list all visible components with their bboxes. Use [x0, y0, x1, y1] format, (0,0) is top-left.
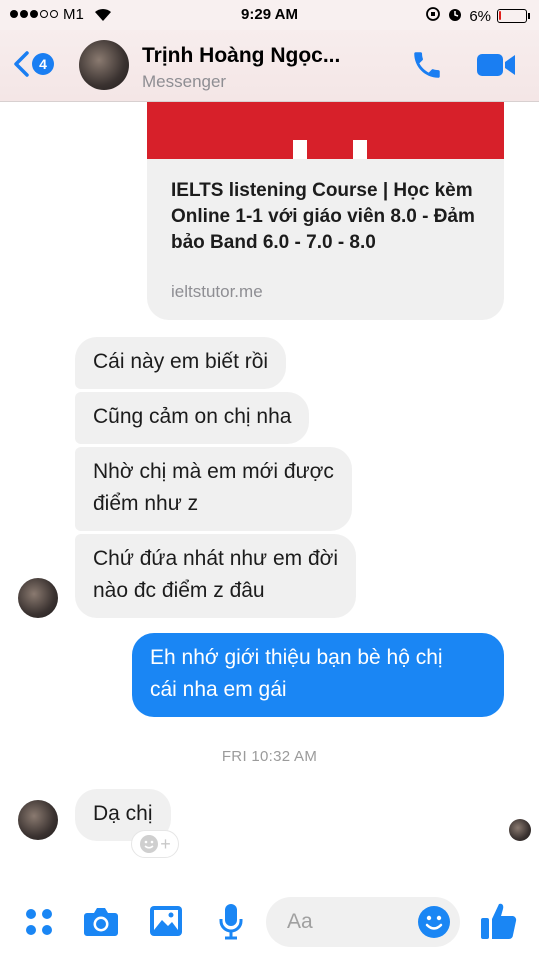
unread-badge: 4 [32, 53, 54, 75]
link-preview-domain: ieltstutor.me [171, 282, 263, 301]
contact-name[interactable]: Trịnh Hoàng Ngọc... [142, 44, 340, 68]
orientation-lock-icon [425, 6, 441, 26]
link-preview-title: IELTS listening Course | Học kèm Online … [171, 180, 475, 253]
message-line: Nhờ chị mà em mới được [93, 460, 334, 483]
more-icon[interactable] [24, 907, 54, 942]
video-call-icon[interactable] [475, 50, 517, 85]
battery-percent: 6% [469, 7, 491, 25]
phone-icon[interactable] [410, 48, 444, 87]
message-input-placeholder: Aa [287, 910, 313, 933]
contact-avatar-small[interactable] [18, 578, 58, 618]
message-line: nào đc điểm z đâu [93, 579, 265, 602]
link-preview-image [147, 102, 504, 159]
plus-icon: + [160, 833, 171, 854]
contact-subtitle: Messenger [142, 72, 227, 91]
microphone-icon[interactable] [218, 903, 244, 946]
message-bubble-incoming[interactable]: Chứ đứa nhát như em đời nào đc điểm z đâ… [75, 534, 357, 618]
chevron-left-icon [14, 51, 29, 77]
like-icon[interactable] [480, 901, 518, 946]
message-bubble-incoming[interactable]: Cũng cảm on chị nha [75, 392, 310, 444]
message-bubble-incoming[interactable]: Cái này em biết rồi [75, 337, 287, 389]
message-composer: Aa [0, 885, 539, 960]
message-line: điểm như z [93, 492, 199, 515]
status-bar: M1 9:29 AM 6% [0, 0, 539, 30]
smiley-icon [140, 835, 159, 853]
message-bubble-outgoing[interactable]: Eh nhớ giới thiệu bạn bè hộ chị cái nha … [132, 633, 504, 717]
link-preview-card[interactable]: IELTS listening Course | Học kèm Online … [147, 102, 504, 320]
gallery-icon[interactable] [149, 905, 183, 942]
contact-avatar-small[interactable] [18, 800, 58, 840]
alarm-icon [447, 6, 463, 26]
message-line: cái nha em gái [150, 678, 287, 701]
message-input[interactable]: Aa [266, 897, 460, 947]
message-timestamp: FRI 10:32 AM [221, 748, 318, 765]
add-reaction-button[interactable]: + [131, 830, 179, 858]
back-button[interactable]: 4 [12, 50, 54, 78]
camera-icon[interactable] [83, 905, 119, 942]
message-line: Eh nhớ giới thiệu bạn bè hộ chị [150, 646, 443, 669]
read-receipt-avatar [509, 819, 531, 841]
contact-avatar[interactable] [79, 40, 129, 90]
conversation-header: 4 Trịnh Hoàng Ngọc... Messenger [0, 30, 539, 102]
emoji-icon[interactable] [418, 906, 450, 938]
message-bubble-incoming[interactable]: Nhờ chị mà em mới được điểm như z [75, 447, 352, 531]
message-line: Chứ đứa nhát như em đời [93, 547, 339, 570]
battery-icon [497, 9, 530, 23]
